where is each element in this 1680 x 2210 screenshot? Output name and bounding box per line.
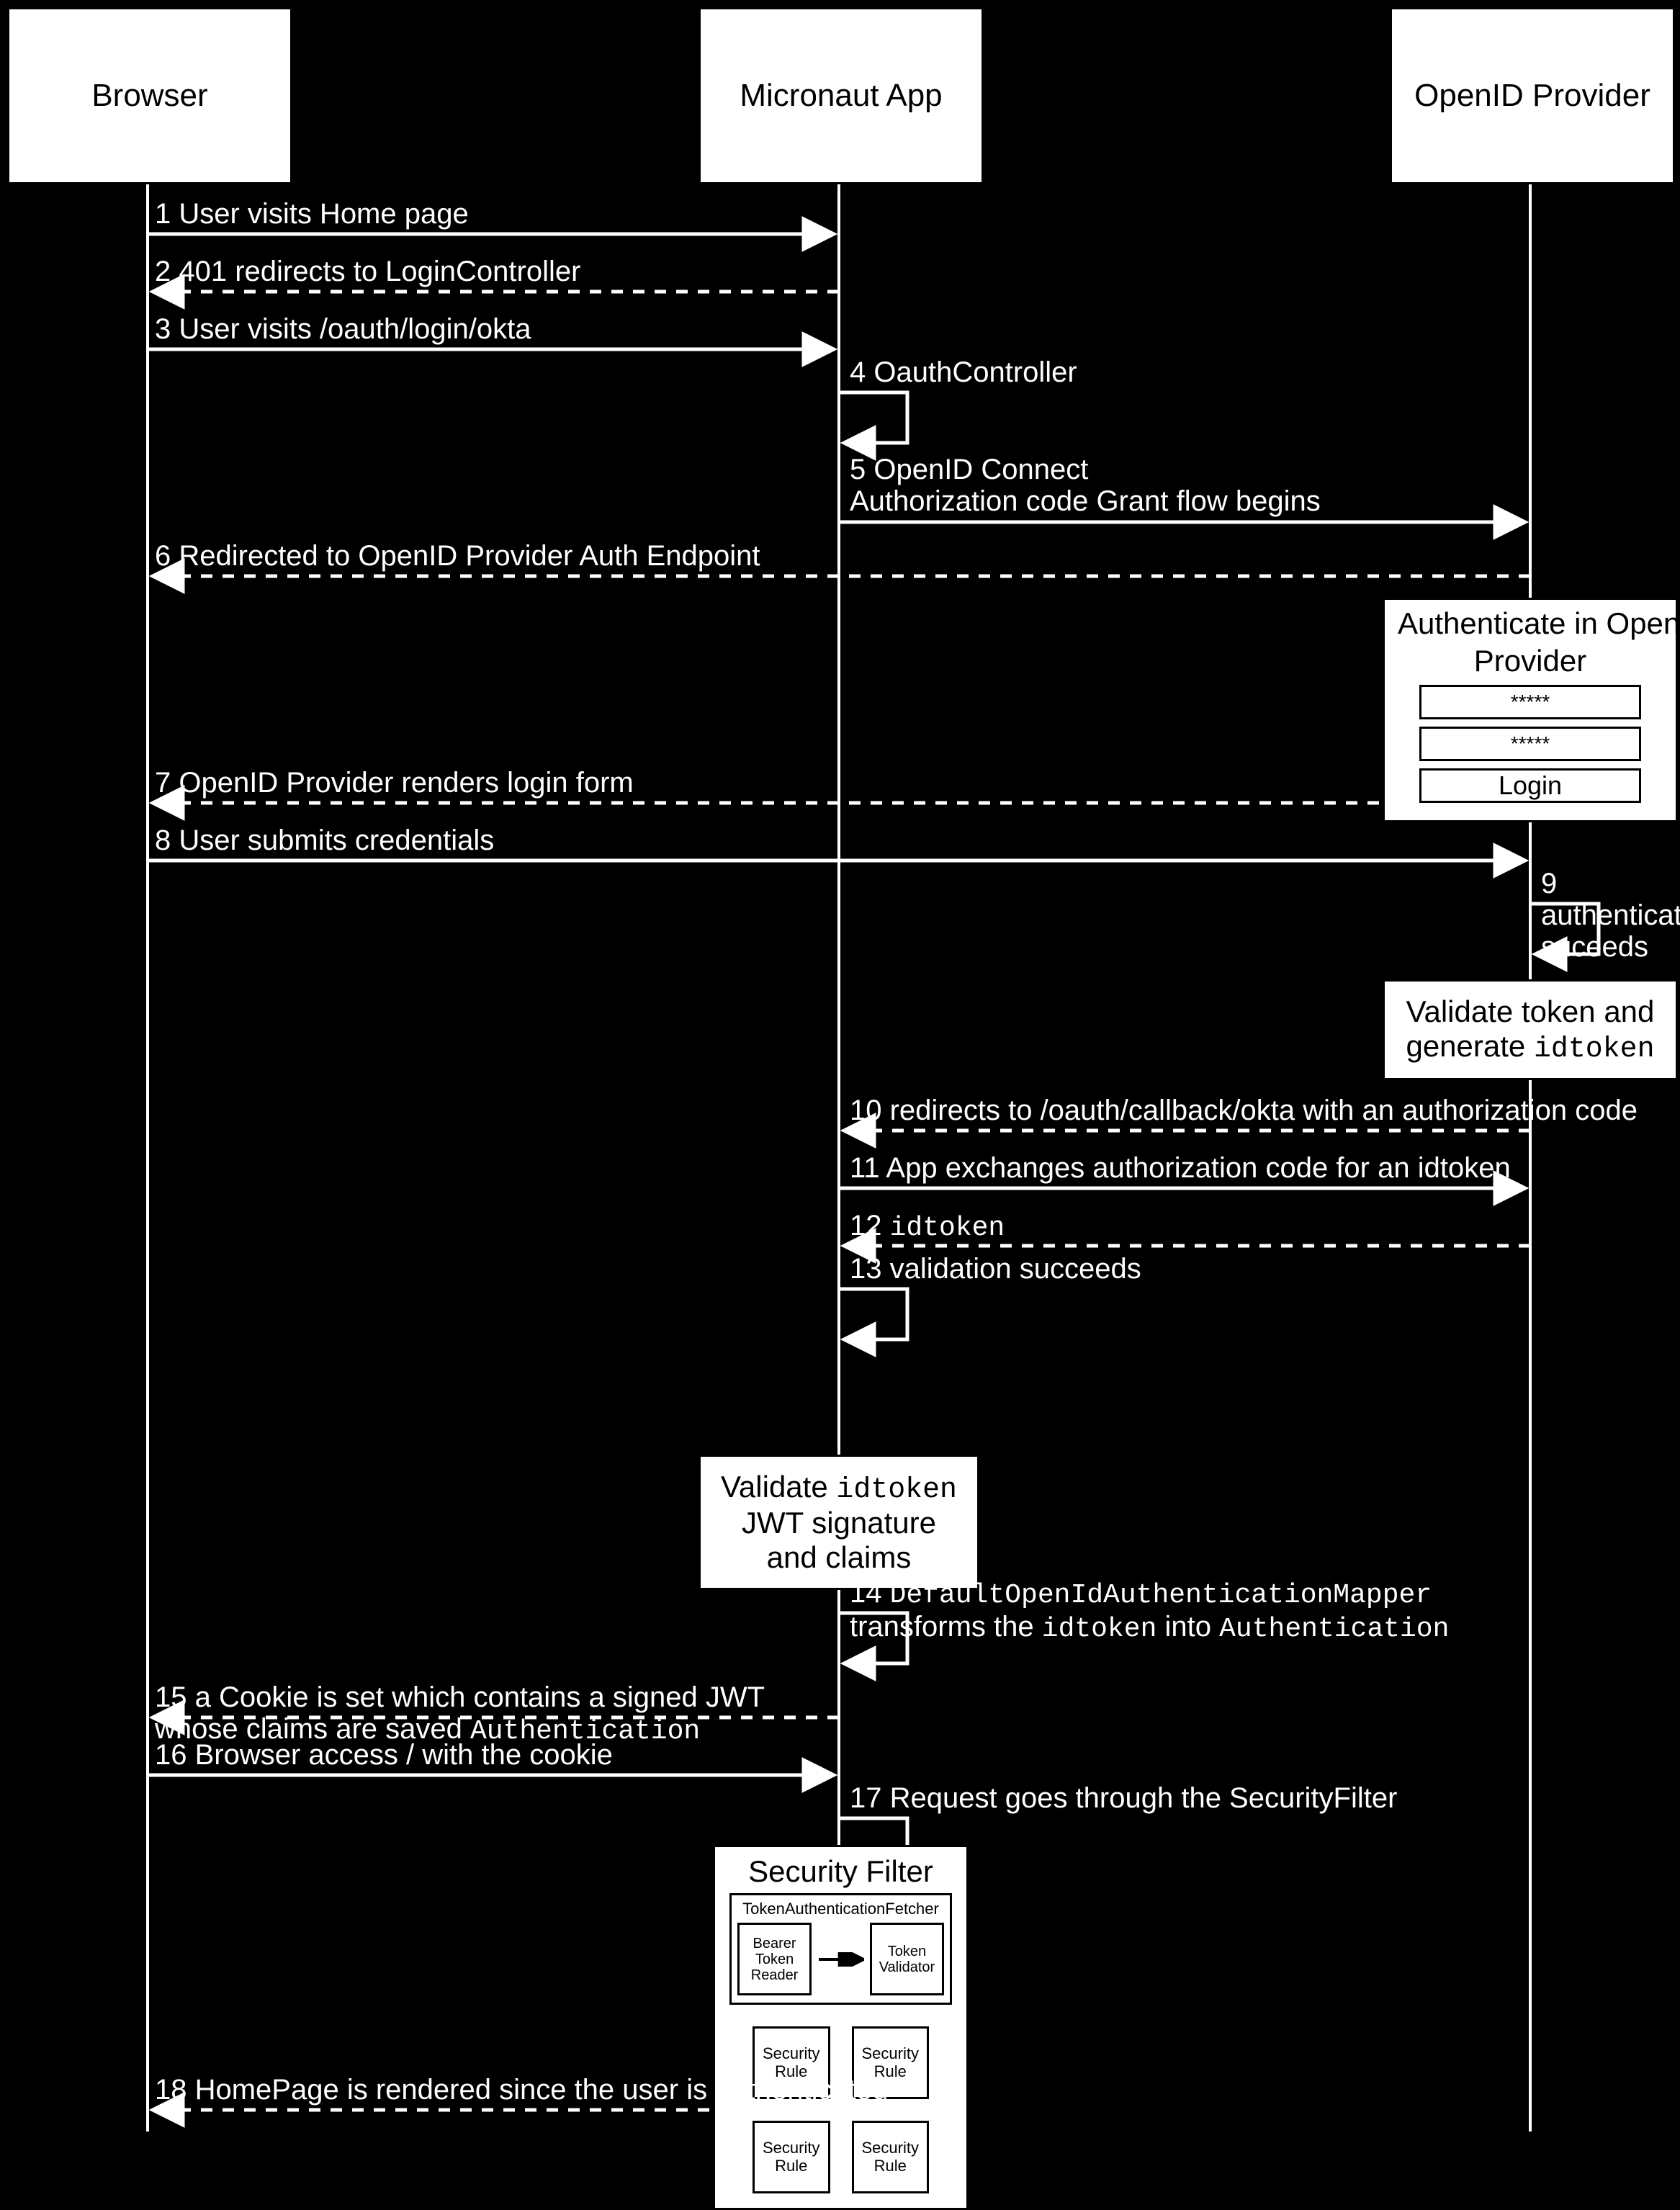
msg-14: 14 DefaultOpenIdAuthenticationMappertran… — [850, 1577, 1678, 1645]
msg-3: 3 User visits /oauth/login/okta — [155, 313, 531, 346]
security-rule: Security Rule — [753, 2121, 830, 2193]
validate-idtoken-pre: Validate — [721, 1470, 836, 1504]
msg-17: 17 Request goes through the SecurityFilt… — [850, 1782, 1397, 1815]
msg-18: 18 HomePage is rendered since the user i… — [155, 2074, 888, 2106]
note-authenticate-line1: Authenticate in OpenID — [1398, 607, 1663, 640]
msg-8: 8 User submits credentials — [155, 825, 494, 857]
msg-16: 16 Browser access / with the cookie — [155, 1739, 613, 1771]
taf-box: TokenAuthenticationFetcher Bearer Token … — [729, 1893, 952, 2005]
note-validate-idtoken: Validate idtoken JWT signature and claim… — [698, 1455, 979, 1590]
actor-browser: Browser — [7, 7, 292, 184]
msg-15: 15 a Cookie is set which contains a sign… — [155, 1681, 839, 1747]
actor-browser-label: Browser — [91, 78, 207, 114]
token-validator: Token Validator — [870, 1923, 944, 1995]
msg-9: 9 authentication suceeds — [1541, 868, 1678, 963]
msg-13: 13 validation succeeds — [850, 1253, 1141, 1285]
auth-field-2: ***** — [1419, 727, 1641, 761]
note-authenticate-line2: Provider — [1398, 644, 1663, 678]
msg-5: 5 OpenID ConnectAuthorization code Grant… — [850, 454, 1321, 517]
msg-11: 11 App exchanges authorization code for … — [850, 1152, 1511, 1185]
msg-10: 10 redirects to /oauth/callback/okta wit… — [850, 1095, 1638, 1127]
validate-idtoken-post: JWT signature and claims — [742, 1506, 936, 1574]
msg-1: 1 User visits Home page — [155, 198, 469, 230]
auth-login: Login — [1419, 768, 1641, 803]
taf-label: TokenAuthenticationFetcher — [737, 1900, 944, 1918]
validate-token-code: idtoken — [1534, 1033, 1655, 1065]
sec-filter-title: Security Filter — [729, 1854, 952, 1889]
msg-4: 4 OauthController — [850, 356, 1077, 389]
security-rule: Security Rule — [852, 2121, 930, 2193]
msg-2: 2 401 redirects to LoginController — [155, 256, 580, 288]
actor-provider: OpenID Provider — [1390, 7, 1675, 184]
actor-provider-label: OpenID Provider — [1414, 78, 1650, 114]
bearer-token-reader: Bearer Token Reader — [737, 1923, 812, 1995]
actor-app: Micronaut App — [698, 7, 984, 184]
note-authenticate: Authenticate in OpenID Provider ***** **… — [1383, 598, 1678, 822]
msg-12: 12 idtoken — [850, 1210, 1005, 1244]
note-security-filter: Security Filter TokenAuthenticationFetch… — [713, 1845, 969, 2210]
msg-6: 6 Redirected to OpenID Provider Auth End… — [155, 540, 760, 572]
actor-app-label: Micronaut App — [740, 78, 942, 114]
auth-field-1: ***** — [1419, 685, 1641, 719]
arrow-icon — [817, 1952, 864, 1967]
msg-7: 7 OpenID Provider renders login form — [155, 767, 634, 799]
validate-idtoken-code: idtoken — [836, 1473, 957, 1506]
note-validate-token: Validate token and generate idtoken — [1383, 979, 1678, 1080]
